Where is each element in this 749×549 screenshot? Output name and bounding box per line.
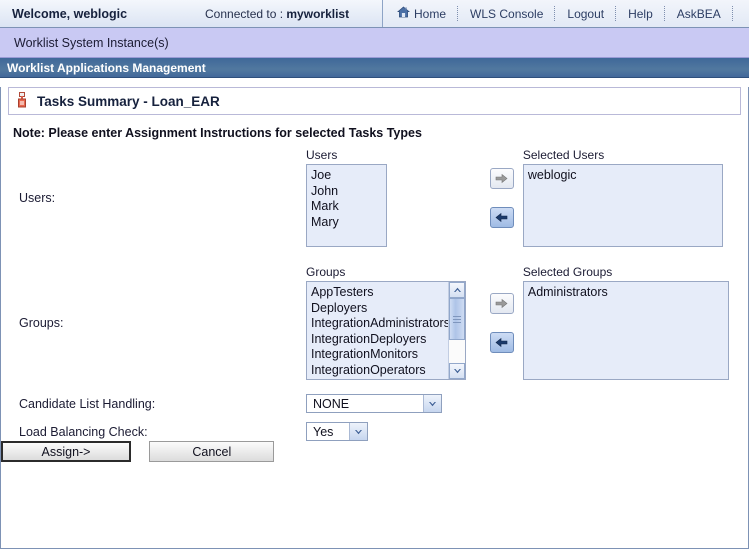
top-bar-left: Welcome, weblogic Connected to : myworkl…: [0, 0, 383, 27]
users-selected-items: weblogic: [524, 165, 722, 246]
top-bar: Welcome, weblogic Connected to : myworkl…: [0, 0, 749, 28]
actions-row: Assign-> Cancel: [1, 441, 748, 462]
list-item[interactable]: IntegrationAdministrators: [311, 316, 448, 332]
document-icon: [17, 91, 27, 111]
list-item[interactable]: Mark: [311, 199, 386, 215]
nav-item-help[interactable]: Help: [617, 7, 664, 21]
groups-transfer-buttons: [481, 265, 523, 380]
users-add-button[interactable]: [489, 167, 514, 189]
groups-selected-caption: Selected Groups: [522, 265, 613, 279]
groups-scroll-track[interactable]: [449, 298, 465, 363]
users-row: Users: Users Joe John Mark Mary Selected…: [1, 148, 748, 247]
groups-selected-items: Administrators: [524, 282, 728, 379]
actions-cell: Assign-> Cancel: [1, 441, 748, 462]
candidate-list-label-cell: Candidate List Handling:: [1, 394, 306, 413]
list-item[interactable]: weblogic: [528, 168, 722, 184]
list-item[interactable]: Mary: [311, 215, 386, 231]
instruction-note: Note: Please enter Assignment Instructio…: [13, 126, 422, 140]
list-item[interactable]: John: [311, 184, 386, 200]
users-selected-listbox[interactable]: weblogic: [522, 164, 723, 247]
load-balancing-control-cell: Yes: [306, 422, 748, 441]
list-item[interactable]: IntegrationMonitors: [311, 347, 448, 363]
list-item[interactable]: AppTesters: [311, 285, 448, 301]
nav-item-logout-label: Logout: [567, 6, 605, 21]
users-available-items: Joe John Mark Mary: [307, 165, 386, 246]
load-balancing-label: Load Balancing Check:: [19, 424, 148, 439]
users-transfer-buttons: [481, 148, 523, 247]
connected-instance-name: myworklist: [286, 6, 350, 21]
top-nav: Home WLS Console Logout Help AskBEA: [383, 0, 749, 27]
nav-item-wls-console-label: WLS Console: [470, 6, 544, 21]
users-label: Users:: [19, 190, 56, 205]
nav-item-home[interactable]: Home: [383, 6, 457, 21]
groups-available-caption: Groups: [306, 265, 346, 279]
candidate-list-value: NONE: [307, 395, 423, 412]
load-balancing-row: Load Balancing Check: Yes: [1, 422, 748, 441]
users-label-cell: Users:: [1, 148, 306, 247]
worklist-instance-bar[interactable]: Worklist System Instance(s): [0, 28, 749, 58]
list-item[interactable]: Joe: [311, 168, 386, 184]
chevron-down-icon[interactable]: [423, 395, 441, 412]
nav-item-askbea-label: AskBEA: [676, 6, 721, 21]
users-available-cell: Users Joe John Mark Mary: [306, 148, 481, 247]
candidate-list-select[interactable]: NONE: [306, 394, 442, 413]
home-icon: [397, 6, 410, 21]
welcome-text: Welcome, weblogic: [12, 6, 128, 21]
main-content: Tasks Summary - Loan_EAR Note: Please en…: [0, 87, 749, 549]
nav-separator: [731, 6, 734, 21]
cancel-button[interactable]: Cancel: [149, 441, 275, 462]
users-selected-cell: Selected Users weblogic: [522, 148, 748, 247]
groups-available-items: AppTesters Deployers IntegrationAdminist…: [307, 282, 448, 379]
nav-item-askbea[interactable]: AskBEA: [666, 7, 732, 21]
list-item[interactable]: IntegrationDeployers: [311, 332, 448, 348]
groups-available-listbox[interactable]: AppTesters Deployers IntegrationAdminist…: [306, 281, 466, 380]
connection-status: Connected to : myworklist: [205, 7, 349, 21]
section-header-bar: Worklist Applications Management: [0, 58, 749, 78]
groups-add-button[interactable]: [489, 292, 514, 314]
users-selected-caption: Selected Users: [522, 148, 605, 162]
groups-scroll-thumb[interactable]: [449, 298, 465, 340]
load-balancing-select[interactable]: Yes: [306, 422, 368, 441]
candidate-list-row: Candidate List Handling: NONE: [1, 394, 748, 413]
spacer-row: [1, 413, 748, 422]
page-title: Tasks Summary - Loan_EAR: [37, 93, 220, 109]
users-remove-button[interactable]: [489, 206, 514, 228]
groups-scrollbar[interactable]: [448, 282, 465, 379]
groups-row: Groups: Groups AppTesters Deployers Inte…: [1, 265, 748, 380]
nav-item-help-label: Help: [628, 6, 653, 21]
groups-selected-listbox[interactable]: Administrators: [522, 281, 729, 380]
assignment-form: Users: Users Joe John Mark Mary Selected…: [1, 148, 748, 462]
scroll-up-icon[interactable]: [449, 282, 465, 298]
spacer-row: [1, 247, 748, 265]
nav-item-wls-console[interactable]: WLS Console: [459, 7, 554, 21]
groups-available-cell: Groups AppTesters Deployers IntegrationA…: [306, 265, 481, 380]
load-balancing-value: Yes: [307, 423, 349, 440]
list-item[interactable]: IntegrationOperators: [311, 363, 448, 379]
list-item[interactable]: Deployers: [311, 301, 448, 317]
scroll-grip-icon: [453, 314, 461, 324]
users-available-listbox[interactable]: Joe John Mark Mary: [306, 164, 387, 247]
nav-item-logout[interactable]: Logout: [556, 7, 615, 21]
connected-prefix: Connected to :: [205, 6, 287, 21]
groups-remove-button[interactable]: [489, 331, 514, 353]
candidate-list-control-cell: NONE: [306, 394, 748, 413]
users-available-caption: Users: [306, 148, 338, 162]
scroll-down-icon[interactable]: [449, 363, 465, 379]
chevron-down-icon[interactable]: [349, 423, 367, 440]
list-item[interactable]: Administrators: [528, 285, 728, 301]
worklist-instance-label: Worklist System Instance(s): [14, 35, 169, 50]
load-balancing-label-cell: Load Balancing Check:: [1, 422, 306, 441]
spacer-row: [1, 380, 748, 394]
groups-selected-cell: Selected Groups Administrators: [522, 265, 748, 380]
section-header-label: Worklist Applications Management: [7, 60, 206, 75]
groups-label: Groups:: [19, 315, 64, 330]
assign-button[interactable]: Assign->: [1, 441, 131, 462]
page-title-box: Tasks Summary - Loan_EAR: [8, 87, 741, 115]
candidate-list-label: Candidate List Handling:: [19, 396, 156, 411]
groups-label-cell: Groups:: [1, 265, 306, 380]
nav-item-home-label: Home: [414, 6, 447, 21]
